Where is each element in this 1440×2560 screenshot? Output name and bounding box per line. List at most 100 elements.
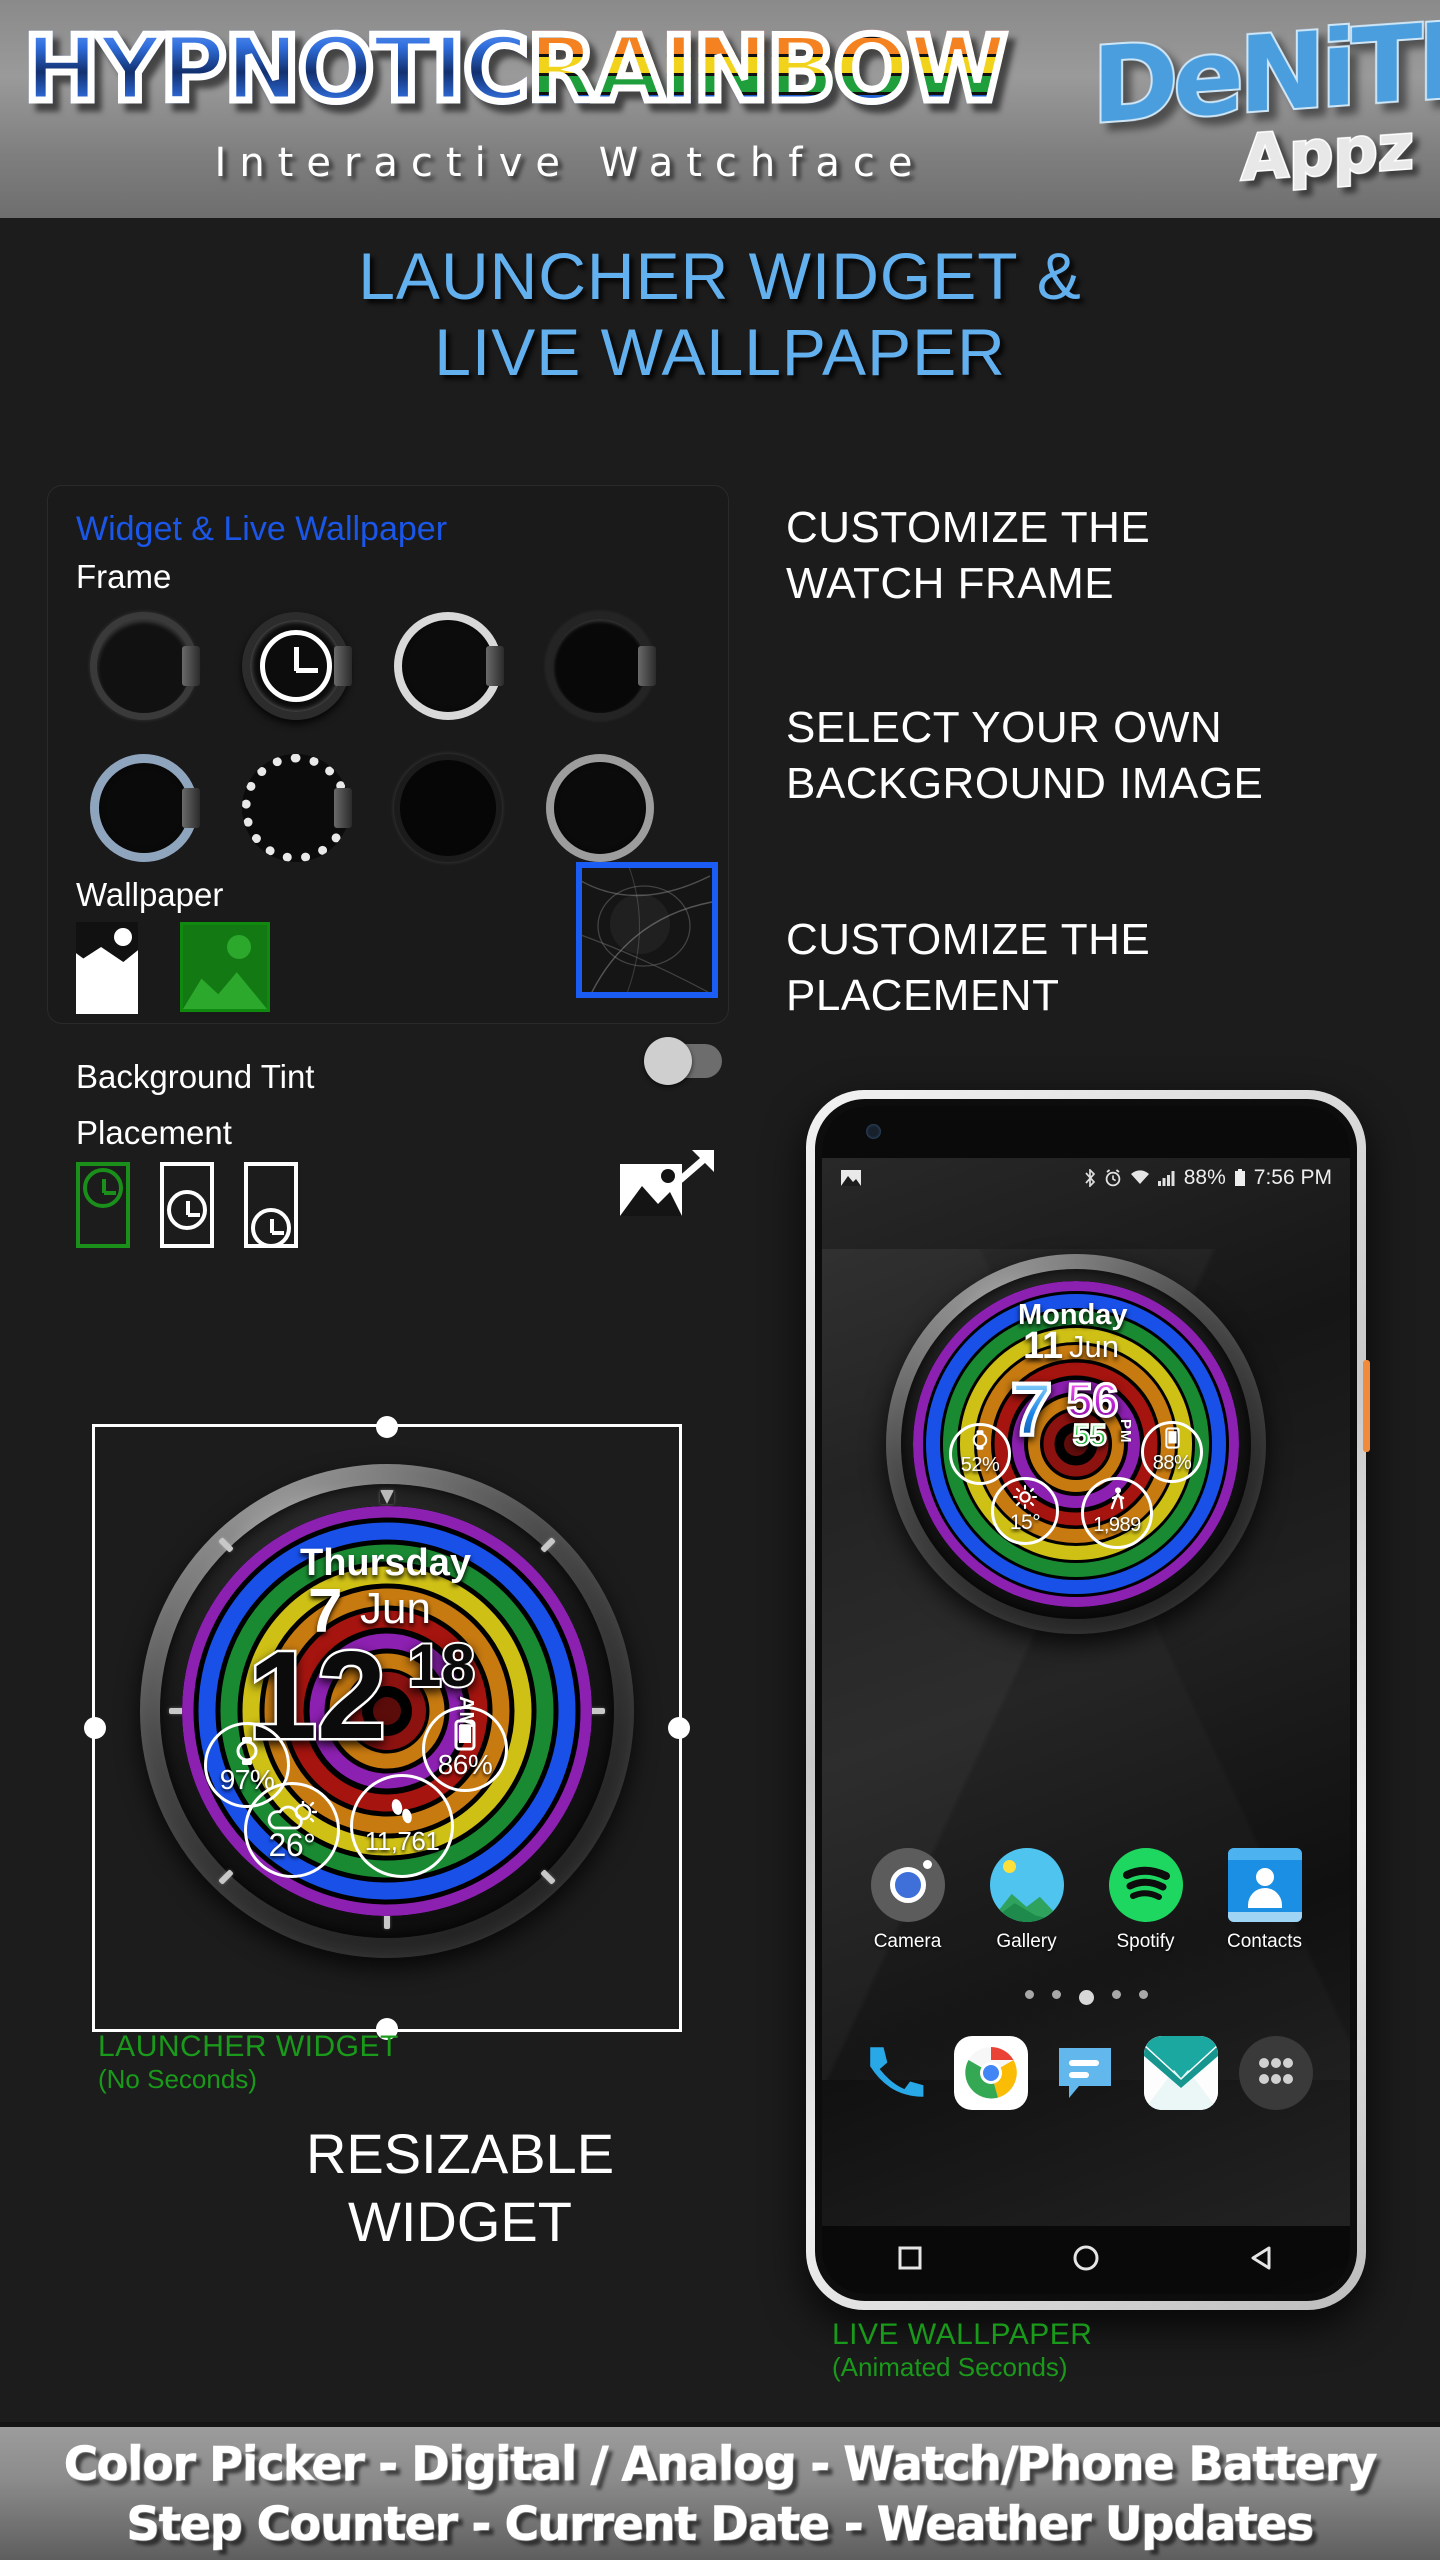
signal-icon	[1157, 1171, 1175, 1186]
app-contacts-label: Contacts	[1227, 1931, 1302, 1952]
phone-app-row: Camera Gallery Spotify Contacts	[822, 1848, 1350, 1953]
resize-handle-top[interactable]	[376, 1416, 398, 1438]
open-gallery-button[interactable]	[618, 1146, 716, 1222]
launcher-caption-line1: LAUNCHER WIDGET	[98, 2030, 399, 2063]
nav-back-button[interactable]	[1249, 2245, 1275, 2276]
widget-steps-complication[interactable]: 11,761	[350, 1774, 454, 1878]
placement-option-bottom[interactable]	[244, 1162, 298, 1248]
app-gallery[interactable]: Gallery	[984, 1848, 1070, 1953]
frame-option-matte-black[interactable]	[378, 748, 506, 872]
page-dot-3-active[interactable]	[1078, 1990, 1094, 2005]
app-camera[interactable]: Camera	[865, 1848, 951, 1953]
feature-2-line2: BACKGROUND IMAGE	[786, 759, 1264, 808]
frame-option-silver-knurled[interactable]	[226, 748, 354, 872]
phone-status-bar: 88% 7:56 PM	[822, 1158, 1350, 1198]
lw-watch-battery-complication[interactable]: 52%	[949, 1423, 1011, 1485]
status-right-group: 88% 7:56 PM	[1084, 1166, 1332, 1190]
walking-person-icon	[1110, 1487, 1125, 1510]
app-title: HYPNOTICRAINBOW	[20, 14, 1124, 125]
page-dot-4[interactable]	[1111, 1990, 1121, 1999]
live-wallpaper-caption-line2: (Animated Seconds)	[832, 2352, 1068, 2382]
status-battery-percent: 88%	[1183, 1166, 1226, 1189]
frame-row-2	[74, 748, 714, 872]
frame-option-blue-steel[interactable]	[74, 748, 202, 872]
camera-icon	[870, 1848, 945, 1922]
page-dot-5[interactable]	[1138, 1990, 1148, 1999]
brand-suffix: Appz	[1240, 108, 1416, 196]
footer-feature-bar: Color Picker - Digital / Analog - Watch/…	[0, 2422, 1440, 2560]
frame-row-1	[74, 606, 714, 730]
lw-watch-battery-value: 52%	[960, 1454, 1000, 1476]
widget-phone-battery-complication[interactable]: 86%	[422, 1706, 508, 1792]
app-contacts[interactable]: Contacts	[1222, 1848, 1308, 1953]
page-dot-2[interactable]	[1051, 1990, 1061, 1999]
launcher-caption-line2: (No Seconds)	[98, 2064, 257, 2094]
feature-text-3: CUSTOMIZE THE PLACEMENT	[786, 912, 1150, 1024]
wallpaper-section-label: Wallpaper	[76, 876, 224, 913]
live-wallpaper-caption: LIVE WALLPAPER (Animated Seconds)	[832, 2318, 1092, 2383]
widget-dial: Thursday 7 Jun 12 18 AM 97% 86% 26° 11,7…	[182, 1506, 592, 1916]
messages-icon[interactable]	[1049, 2036, 1123, 2110]
widget-watch-bezel: Thursday 7 Jun 12 18 AM 97% 86% 26° 11,7…	[140, 1464, 634, 1958]
resize-handle-right[interactable]	[668, 1717, 690, 1739]
wallpaper-pick-image-icon[interactable]	[180, 922, 270, 1012]
header-banner: HYPNOTICRAINBOW Interactive Watchface De…	[0, 0, 1440, 218]
wallpaper-chooser	[76, 922, 270, 1014]
feature-text-2: SELECT YOUR OWN BACKGROUND IMAGE	[786, 700, 1263, 812]
lw-hour: 7	[1009, 1368, 1054, 1451]
feature-1-line2: WATCH FRAME	[786, 559, 1115, 608]
resize-handle-left[interactable]	[84, 1717, 106, 1739]
email-icon[interactable]	[1144, 2036, 1219, 2110]
phone-mockup: 88% 7:56 PM Monday 11 Jun 7 56 55 PM 52%…	[806, 1090, 1370, 2310]
frame-option-brushed-silver[interactable]	[530, 748, 658, 872]
resizable-widget-text: RESIZABLE WIDGET	[230, 2120, 690, 2256]
nav-home-button[interactable]	[1072, 2244, 1100, 2277]
lw-phone-battery-complication[interactable]: 88%	[1141, 1421, 1203, 1483]
placement-option-center[interactable]	[160, 1162, 214, 1248]
feature-3-line2: PLACEMENT	[786, 971, 1060, 1020]
lw-month: Jun	[1069, 1329, 1119, 1364]
lw-steps-complication[interactable]: 1,989	[1081, 1477, 1153, 1549]
placement-option-top[interactable]	[76, 1162, 130, 1248]
status-clock: 7:56 PM	[1253, 1166, 1332, 1189]
app-camera-label: Camera	[873, 1931, 942, 1952]
app-spotify[interactable]: Spotify	[1103, 1848, 1189, 1953]
lw-second: 55	[1072, 1419, 1108, 1452]
background-tint-toggle[interactable]	[644, 1037, 722, 1085]
page-dot-1[interactable]	[1024, 1990, 1034, 1999]
frame-chooser	[74, 606, 714, 890]
frame-option-white-ring[interactable]	[378, 606, 506, 730]
frame-option-black-chrono-selected[interactable]	[226, 606, 354, 730]
developer-logo: DeNiTE! Appz	[1090, 0, 1440, 204]
phone-dock	[822, 2036, 1350, 2110]
phone-screen-bezel: 88% 7:56 PM Monday 11 Jun 7 56 55 PM 52%…	[815, 1099, 1357, 2301]
lw-phone-battery-value: 88%	[1152, 1452, 1192, 1474]
chrome-icon[interactable]	[953, 2036, 1028, 2110]
frame-option-charcoal[interactable]	[530, 606, 658, 730]
nav-recents-button[interactable]	[897, 2245, 923, 2276]
lw-weather-complication[interactable]: 15°	[991, 1477, 1059, 1545]
lw-date-number: 11	[1023, 1325, 1064, 1367]
image-icon	[841, 1170, 861, 1186]
app-spotify-label: Spotify	[1116, 1931, 1175, 1952]
preview-swirl-graphic	[582, 868, 712, 992]
widget-phone-battery-value: 86%	[437, 1749, 493, 1780]
widget-minute: 18	[406, 1632, 477, 1699]
phone-icon[interactable]	[859, 2036, 933, 2110]
resizable-line2: WIDGET	[348, 2190, 572, 2253]
wallpaper-preview-thumbnail[interactable]	[576, 862, 718, 998]
phone-home-screen: 88% 7:56 PM Monday 11 Jun 7 56 55 PM 52%…	[822, 1106, 1350, 2294]
live-wallpaper-watch-bezel: Monday 11 Jun 7 56 55 PM 52% 88% 15° 1,9…	[886, 1254, 1266, 1634]
wallpaper-none-icon[interactable]	[76, 922, 138, 1014]
clock-icon	[260, 630, 332, 702]
phone-side-button[interactable]	[1363, 1360, 1370, 1452]
footsteps-icon	[391, 1799, 412, 1824]
frame-option-dark-bezel[interactable]	[74, 606, 202, 730]
bluetooth-icon	[1085, 1169, 1095, 1187]
phone-icon	[1164, 1427, 1180, 1449]
lw-minute: 56	[1065, 1374, 1119, 1426]
app-drawer-icon[interactable]	[1239, 2036, 1314, 2110]
widget-weather-complication[interactable]: 26°	[244, 1782, 340, 1878]
background-tint-label: Background Tint	[76, 1058, 315, 1095]
feature-text-1: CUSTOMIZE THE WATCH FRAME	[786, 500, 1150, 612]
